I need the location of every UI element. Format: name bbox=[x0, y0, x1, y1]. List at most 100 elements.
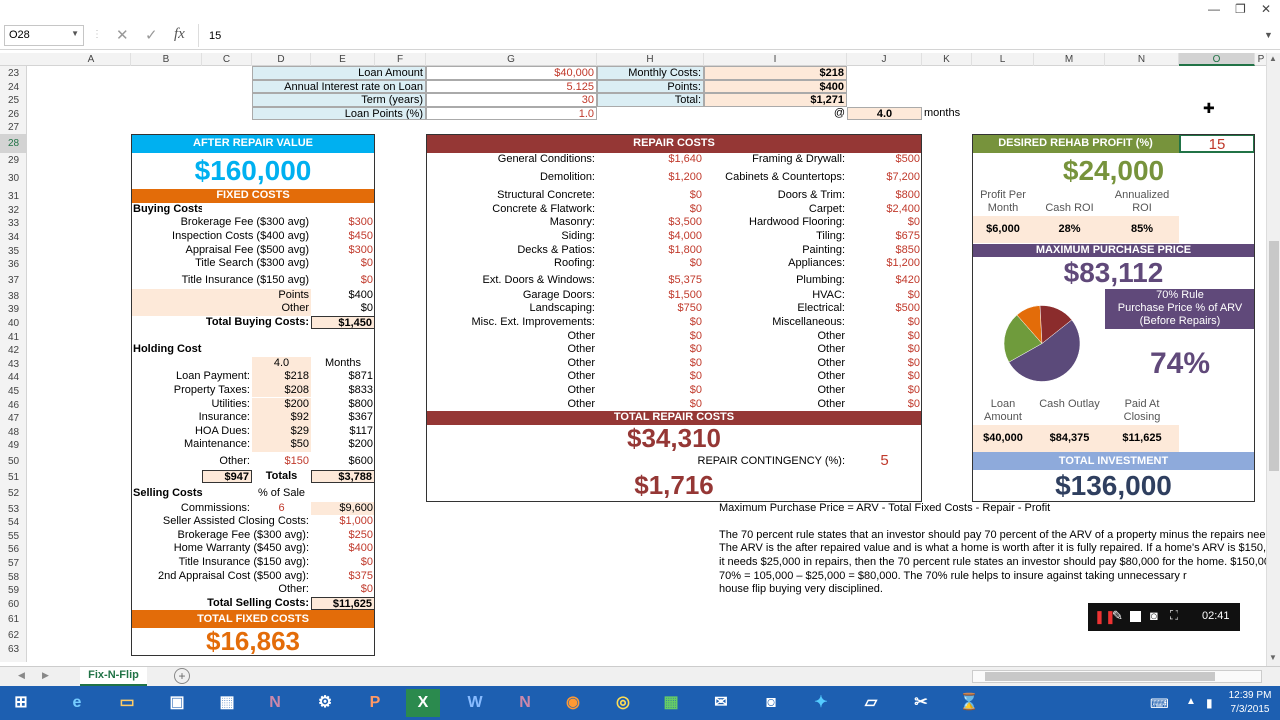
row-header-35[interactable]: 35 bbox=[0, 244, 27, 258]
column-header-g[interactable]: G bbox=[426, 53, 597, 66]
row-header-25[interactable]: 25 bbox=[0, 93, 27, 107]
chevron-down-icon[interactable]: ▼ bbox=[71, 29, 79, 38]
loan-amount-value[interactable]: $40,000 bbox=[426, 66, 597, 80]
row-header-40[interactable]: 40 bbox=[0, 316, 27, 330]
tool-icon[interactable]: ✂ bbox=[904, 689, 938, 717]
interest-rate-label[interactable]: Annual Interest rate on Loan bbox=[252, 79, 426, 94]
row-header-44[interactable]: 44 bbox=[0, 370, 27, 384]
note-text[interactable]: it needs $25,000 in repairs, then the 70… bbox=[717, 556, 1280, 570]
row-header-30[interactable]: 30 bbox=[0, 166, 27, 189]
column-header-o[interactable]: O bbox=[1179, 53, 1255, 66]
clock-time[interactable]: 12:39 PM bbox=[1226, 690, 1274, 701]
expand-formula-icon[interactable]: ▼ bbox=[1264, 30, 1273, 40]
row-header-43[interactable]: 43 bbox=[0, 357, 27, 371]
recorder-app-icon[interactable]: ⌛ bbox=[952, 689, 986, 717]
h-scroll-thumb[interactable] bbox=[985, 672, 1215, 681]
row-header-56[interactable]: 56 bbox=[0, 542, 27, 556]
clock-date[interactable]: 7/3/2015 bbox=[1226, 704, 1274, 715]
row-header-33[interactable]: 33 bbox=[0, 216, 27, 230]
cancel-icon[interactable]: ✕ bbox=[116, 26, 129, 44]
note-text[interactable]: The 70 percent rule states that an inves… bbox=[717, 529, 1280, 543]
settings-icon[interactable]: ⚙ bbox=[308, 689, 342, 717]
close-button[interactable]: ✕ bbox=[1261, 2, 1271, 16]
scroll-thumb[interactable] bbox=[1269, 241, 1279, 471]
chrome-icon[interactable]: ◎ bbox=[606, 689, 640, 717]
row-header-63[interactable]: 63 bbox=[0, 642, 27, 656]
add-sheet-icon[interactable]: + bbox=[174, 668, 190, 684]
row-header-42[interactable]: 42 bbox=[0, 343, 27, 357]
row-header-52[interactable]: 52 bbox=[0, 484, 27, 502]
formula-input[interactable]: 15 bbox=[198, 24, 1258, 47]
row-header-50[interactable]: 50 bbox=[0, 452, 27, 470]
row-header-55[interactable]: 55 bbox=[0, 529, 27, 543]
note-text[interactable]: house flip buying very disciplined. bbox=[717, 583, 1280, 597]
loan-amount-label[interactable]: Loan Amount bbox=[252, 66, 426, 80]
monitor-icon[interactable]: ▣ bbox=[160, 689, 194, 717]
firefox-icon[interactable]: ◉ bbox=[556, 689, 590, 717]
drag-handle-icon[interactable]: ⋮ bbox=[92, 29, 102, 40]
calculator-icon[interactable]: ▦ bbox=[654, 689, 688, 717]
column-header-c[interactable]: C bbox=[202, 53, 252, 66]
loan-total-label[interactable]: Total: bbox=[597, 93, 704, 107]
ie-icon[interactable]: e bbox=[60, 689, 94, 717]
onenote-icon[interactable]: N bbox=[258, 689, 292, 717]
row-header-54[interactable]: 54 bbox=[0, 515, 27, 529]
points-value[interactable]: $400 bbox=[704, 79, 847, 94]
row-header-34[interactable]: 34 bbox=[0, 230, 27, 244]
row-header-32[interactable]: 32 bbox=[0, 203, 27, 217]
notes-icon[interactable]: ▱ bbox=[854, 689, 888, 717]
note-text[interactable]: 70% = 105,000 – $25,000 = $80,000. The 7… bbox=[717, 570, 1280, 584]
at-symbol[interactable]: @ bbox=[704, 107, 847, 121]
folder-icon[interactable]: ▭ bbox=[110, 689, 144, 717]
term-value[interactable]: 30 bbox=[426, 93, 597, 107]
row-header-31[interactable]: 31 bbox=[0, 189, 27, 203]
term-label[interactable]: Term (years) bbox=[252, 93, 426, 107]
mail-icon[interactable]: ✉ bbox=[704, 689, 738, 717]
row-header-47[interactable]: 47 bbox=[0, 411, 27, 425]
row-header-37[interactable]: 37 bbox=[0, 271, 27, 289]
camera-icon[interactable]: ◙ bbox=[1150, 608, 1158, 623]
column-header-a[interactable]: A bbox=[52, 53, 131, 66]
row-header-26[interactable]: 26 bbox=[0, 107, 27, 121]
hold-months-input[interactable]: 4.0 bbox=[847, 106, 922, 121]
column-header-n[interactable]: N bbox=[1105, 53, 1179, 66]
row-header-45[interactable]: 45 bbox=[0, 384, 27, 398]
function-icon[interactable]: fx bbox=[174, 26, 185, 43]
note-text[interactable]: Maximum Purchase Price = ARV - Total Fix… bbox=[717, 502, 1280, 516]
points-label[interactable]: Points: bbox=[597, 79, 704, 94]
horizontal-scrollbar[interactable] bbox=[972, 670, 1262, 683]
minimize-button[interactable]: — bbox=[1208, 2, 1220, 16]
keyboard-icon[interactable]: ⌨ bbox=[1150, 696, 1169, 712]
powerpoint-icon[interactable]: P bbox=[358, 689, 392, 717]
row-header-41[interactable]: 41 bbox=[0, 330, 27, 344]
column-header-m[interactable]: M bbox=[1034, 53, 1105, 66]
row-header-62[interactable]: 62 bbox=[0, 628, 27, 642]
monthly-costs-value[interactable]: $218 bbox=[704, 66, 847, 80]
row-header-24[interactable]: 24 bbox=[0, 80, 27, 94]
column-header-e[interactable]: E bbox=[311, 53, 375, 66]
column-header-d[interactable]: D bbox=[252, 53, 311, 66]
loan-points-label[interactable]: Loan Points (%) bbox=[252, 106, 426, 121]
column-header-k[interactable]: K bbox=[922, 53, 972, 66]
row-header-36[interactable]: 36 bbox=[0, 257, 27, 271]
row-header-53[interactable]: 53 bbox=[0, 502, 27, 516]
column-header-h[interactable]: H bbox=[597, 53, 704, 66]
row-header-46[interactable]: 46 bbox=[0, 398, 27, 412]
row-header-29[interactable]: 29 bbox=[0, 153, 27, 167]
interest-rate-value[interactable]: 5.125 bbox=[426, 79, 597, 94]
onenote2-icon[interactable]: N bbox=[508, 689, 542, 717]
row-header-59[interactable]: 59 bbox=[0, 583, 27, 597]
word-icon[interactable]: W bbox=[458, 689, 492, 717]
note-text[interactable]: The ARV is the after repaired value and … bbox=[717, 542, 1280, 556]
row-header-27[interactable]: 27 bbox=[0, 120, 27, 134]
scroll-up-icon[interactable]: ▲ bbox=[1269, 54, 1277, 63]
tray-arrow-icon[interactable]: ▲ bbox=[1186, 696, 1196, 707]
column-header-j[interactable]: J bbox=[847, 53, 922, 66]
camera-app-icon[interactable]: ◙ bbox=[754, 689, 788, 717]
pen-icon[interactable]: ✎ bbox=[1112, 608, 1123, 624]
column-header-b[interactable]: B bbox=[131, 53, 202, 66]
worksheet-grid[interactable]: Loan Amount $40,000 Annual Interest rate o… bbox=[27, 66, 1280, 662]
twitter-icon[interactable]: ✦ bbox=[804, 689, 838, 717]
windows-start-icon[interactable]: ⊞ bbox=[4, 689, 38, 717]
loan-points-value[interactable]: 1.0 bbox=[426, 106, 597, 121]
